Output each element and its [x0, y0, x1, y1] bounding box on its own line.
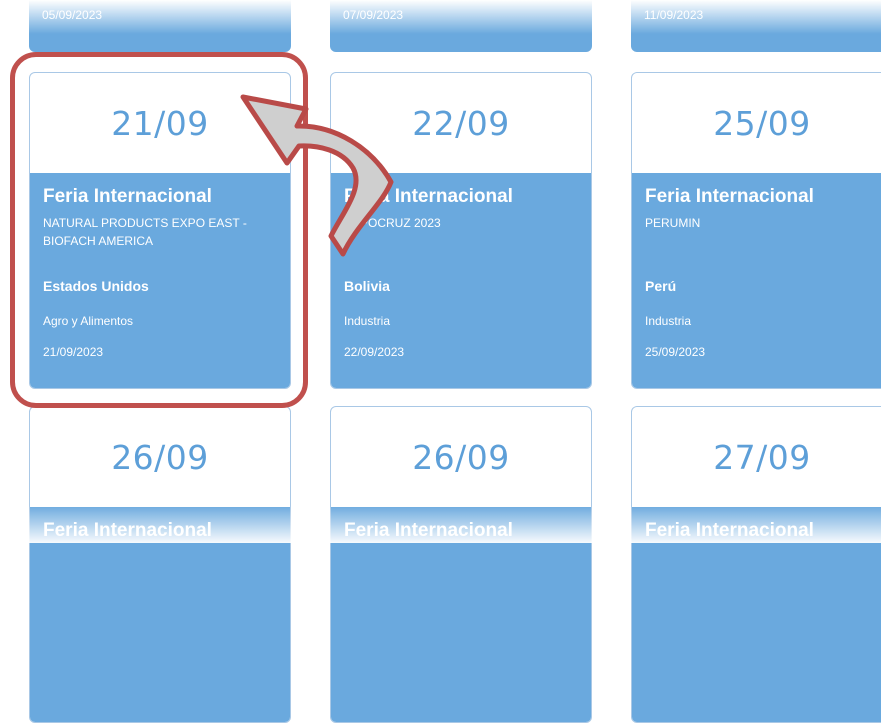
event-date: 11/09/2023	[644, 8, 704, 22]
event-card-body: Feria Internacional	[30, 507, 290, 722]
event-country: Perú	[645, 278, 677, 294]
event-short-date: 26/09	[111, 437, 209, 477]
event-card[interactable]: 26/09 Feria Internacional	[29, 406, 291, 723]
event-type: Feria Internacional	[645, 520, 814, 541]
event-date: 07/09/2023	[343, 8, 404, 22]
event-type: Feria Internacional	[43, 186, 212, 207]
event-date: 21/09/2023	[43, 345, 104, 359]
event-country: Estados Unidos	[43, 278, 149, 294]
event-name: NATURAL PRODUCTS EXPO EAST - BIOFACH AME…	[43, 216, 247, 248]
event-sector: Agro y Alimentos	[43, 314, 134, 328]
event-card-body: Feria Internacional PERUMIN Perú Industr…	[632, 173, 881, 388]
event-card[interactable]: 26/09 Feria Internacional	[330, 406, 592, 723]
event-date: 25/09/2023	[645, 345, 706, 359]
event-card-partial[interactable]: 07/09/2023	[330, 0, 592, 52]
event-short-date: 27/09	[713, 437, 811, 477]
event-type: Feria Internacional	[344, 186, 513, 207]
event-sector: Industria	[645, 314, 692, 328]
event-short-date: 21/09	[111, 103, 209, 143]
event-card[interactable]: 21/09 Feria Internacional NATURAL PRODUC…	[29, 72, 291, 389]
event-card[interactable]: 27/09 Feria Internacional	[631, 406, 881, 723]
event-card-body: Feria Internacional	[632, 507, 881, 722]
event-sector: Industria	[344, 314, 391, 328]
event-type: Feria Internacional	[344, 520, 513, 541]
event-name: EXPOCRUZ 2023	[344, 216, 441, 230]
event-card-partial[interactable]: 11/09/2023	[631, 0, 881, 52]
event-country: Bolivia	[344, 278, 390, 294]
event-card[interactable]: 22/09 Feria Internacional EXPOCRUZ 2023 …	[330, 72, 592, 389]
event-type: Feria Internacional	[43, 520, 212, 541]
event-card-body: Feria Internacional	[331, 507, 591, 722]
event-short-date: 22/09	[412, 103, 510, 143]
event-type: Feria Internacional	[645, 186, 814, 207]
event-card-body: Feria Internacional EXPOCRUZ 2023 Bolivi…	[331, 173, 591, 388]
event-card[interactable]: 25/09 Feria Internacional PERUMIN Perú I…	[631, 72, 881, 389]
event-short-date: 25/09	[713, 103, 811, 143]
event-card-body: Feria Internacional NATURAL PRODUCTS EXP…	[30, 173, 290, 388]
event-short-date: 26/09	[412, 437, 510, 477]
event-date: 05/09/2023	[42, 8, 103, 22]
event-name: PERUMIN	[645, 216, 701, 230]
event-card-partial[interactable]: 05/09/2023	[29, 0, 291, 52]
event-date: 22/09/2023	[344, 345, 405, 359]
